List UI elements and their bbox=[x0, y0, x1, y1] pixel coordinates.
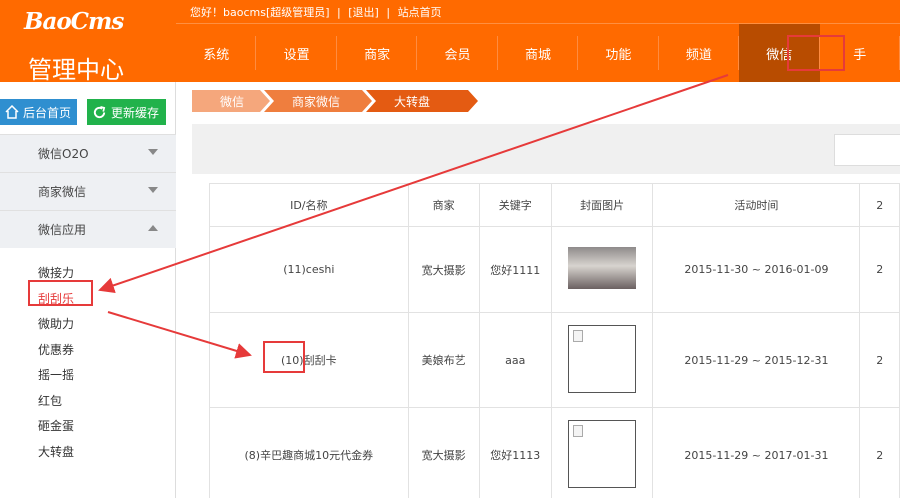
home-button[interactable]: 后台首页 bbox=[0, 99, 77, 125]
table-row: (8)辛巴趣商城10元代金券 宽大摄影 您好1113 2015-11-29 ~ … bbox=[209, 407, 900, 498]
refresh-cache-button[interactable]: 更新缓存 bbox=[87, 99, 166, 125]
submenu-item[interactable]: 摇一摇 bbox=[38, 362, 74, 388]
sidebar-section-wechat-apps[interactable]: 微信应用 bbox=[0, 210, 176, 248]
column-header: 关键字 bbox=[478, 183, 552, 227]
column-header: 商家 bbox=[407, 183, 480, 227]
cover-cell bbox=[550, 407, 654, 498]
extra-cell: 2 bbox=[859, 312, 900, 408]
id-name-cell: (10)刮刮卡 bbox=[209, 312, 409, 408]
home-icon bbox=[5, 105, 19, 119]
activity-table: ID/名称 商家 关键字 封面图片 活动时间 2 (11)ceshi 宽大摄影 … bbox=[209, 183, 900, 498]
breadcrumb-item[interactable]: 商家微信 bbox=[264, 90, 372, 112]
time-cell: 2015-11-29 ~ 2015-12-31 bbox=[652, 312, 861, 408]
column-header: 封面图片 bbox=[550, 183, 654, 227]
extra-cell: 2 bbox=[859, 226, 900, 313]
table-row: (10)刮刮卡 美娘布艺 aaa 2015-11-29 ~ 2015-12-31… bbox=[209, 312, 900, 408]
date-from: 2015-11-29 bbox=[684, 353, 749, 367]
column-header: 2 bbox=[859, 183, 900, 227]
chevron-down-icon bbox=[148, 149, 158, 155]
brand-logo: BaoCms bbox=[24, 8, 124, 35]
section-label: 微信应用 bbox=[38, 223, 87, 237]
nav-item-mall[interactable]: 商城 bbox=[498, 24, 579, 82]
refresh-icon bbox=[93, 105, 106, 118]
date-to: 2017-01-31 bbox=[764, 448, 829, 462]
date-separator: ~ bbox=[751, 353, 762, 367]
section-label: 商家微信 bbox=[38, 185, 87, 199]
cover-cell bbox=[550, 312, 654, 408]
chevron-up-icon bbox=[148, 225, 158, 231]
breadcrumb-item-current: 大转盘 bbox=[366, 90, 478, 112]
time-cell: 2015-11-30 ~ 2016-01-09 bbox=[652, 226, 861, 313]
nav-item-members[interactable]: 会员 bbox=[417, 24, 499, 82]
submenu-item[interactable]: 优惠券 bbox=[38, 337, 74, 363]
annotation-box-scratch bbox=[28, 280, 93, 306]
merchant-cell: 宽大摄影 bbox=[407, 407, 480, 498]
home-button-label: 后台首页 bbox=[23, 105, 72, 120]
cover-cell bbox=[550, 226, 654, 313]
cover-image bbox=[568, 247, 637, 289]
merchant-cell: 宽大摄影 bbox=[407, 226, 480, 313]
breadcrumb-item[interactable]: 微信 bbox=[192, 90, 270, 112]
column-header: 活动时间 bbox=[652, 183, 861, 227]
merchant-cell: 美娘布艺 bbox=[407, 312, 480, 408]
section-label: 微信O2O bbox=[38, 147, 89, 161]
date-from: 2015-11-29 bbox=[684, 448, 749, 462]
date-to: 2016-01-09 bbox=[764, 263, 829, 276]
keyword-cell: aaa bbox=[478, 312, 552, 408]
nav-item-settings[interactable]: 设置 bbox=[256, 24, 338, 82]
logo-panel: BaoCms 管理中心 bbox=[0, 0, 176, 84]
site-home-link[interactable]: 站点首页 bbox=[398, 6, 442, 19]
sidebar-section-wechat-o2o[interactable]: 微信O2O bbox=[0, 134, 176, 172]
nav-item-system[interactable]: 系统 bbox=[176, 24, 257, 82]
annotation-box-wechat bbox=[787, 35, 845, 71]
nav-item-channels[interactable]: 频道 bbox=[659, 24, 740, 82]
refresh-button-label: 更新缓存 bbox=[111, 105, 160, 120]
submenu-item[interactable]: 微助力 bbox=[38, 311, 74, 337]
date-separator: ~ bbox=[751, 263, 762, 276]
broken-image-icon bbox=[568, 419, 637, 488]
admin-title: 管理中心 bbox=[28, 56, 124, 84]
top-info-bar: 您好！baocms[超级管理员] | [退出] | 站点首页 bbox=[176, 0, 900, 24]
keyword-cell: 您好1111 bbox=[478, 226, 552, 313]
id-name-cell: (11)ceshi bbox=[209, 226, 409, 313]
table-row: (11)ceshi 宽大摄影 您好1111 2015-11-30 ~ 2016-… bbox=[209, 226, 900, 313]
date-separator: ~ bbox=[751, 448, 762, 462]
time-cell: 2015-11-29 ~ 2017-01-31 bbox=[652, 407, 861, 498]
annotation-box-id bbox=[263, 341, 305, 373]
submenu-item[interactable]: 大转盘 bbox=[38, 439, 74, 465]
broken-image-icon bbox=[568, 324, 637, 393]
search-input[interactable] bbox=[834, 134, 900, 166]
separator: | bbox=[386, 6, 391, 19]
id-name-cell: (8)辛巴趣商城10元代金券 bbox=[209, 407, 409, 498]
date-to: 2015-12-31 bbox=[764, 353, 829, 367]
separator: | bbox=[337, 6, 341, 19]
extra-cell: 2 bbox=[859, 407, 900, 498]
chevron-down-icon bbox=[148, 187, 158, 193]
main-content: 微信 商家微信 大转盘 ID/名称 商家 关键字 封面图片 活动时间 2 (11… bbox=[176, 82, 900, 498]
keyword-cell: 您好1113 bbox=[478, 407, 552, 498]
nav-item-features[interactable]: 功能 bbox=[578, 24, 660, 82]
submenu-item[interactable]: 红包 bbox=[38, 388, 74, 414]
date-from: 2015-11-30 bbox=[684, 263, 749, 276]
submenu-item[interactable]: 砸金蛋 bbox=[38, 413, 74, 439]
sidebar-section-merchant-wechat[interactable]: 商家微信 bbox=[0, 172, 176, 210]
greeting-text: 您好！baocms[超级管理员] bbox=[190, 6, 330, 19]
logout-link[interactable]: [退出] bbox=[348, 6, 379, 19]
table-header-row: ID/名称 商家 关键字 封面图片 活动时间 2 bbox=[209, 183, 900, 227]
breadcrumb: 微信 商家微信 大转盘 bbox=[192, 90, 478, 112]
search-area bbox=[192, 124, 900, 174]
column-header: ID/名称 bbox=[209, 183, 409, 227]
nav-item-merchants[interactable]: 商家 bbox=[337, 24, 418, 82]
